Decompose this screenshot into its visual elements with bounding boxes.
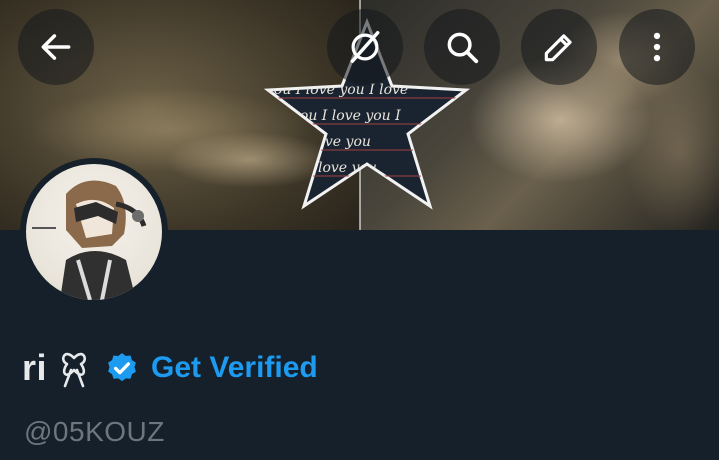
star-text-line: you I love you I love xyxy=(265,82,408,98)
back-button[interactable] xyxy=(18,9,94,85)
edit-button[interactable] xyxy=(521,9,597,85)
get-verified-link[interactable]: Get Verified xyxy=(151,351,318,385)
star-text-line: I love you xyxy=(307,160,377,176)
profile-handle: @05KOUZ xyxy=(24,416,165,447)
verified-badge-icon[interactable] xyxy=(105,351,139,385)
avatar-image xyxy=(26,164,162,300)
profile-avatar[interactable] xyxy=(20,158,168,306)
profile-name-row: ri Get Verified xyxy=(22,342,318,394)
star-text-line: I love you xyxy=(301,134,371,150)
grok-button[interactable] xyxy=(327,9,403,85)
avatar-illustration xyxy=(32,180,147,300)
search-icon xyxy=(447,32,479,64)
more-options-button[interactable] xyxy=(619,9,695,85)
edit-icon xyxy=(544,34,572,62)
grok-icon xyxy=(350,31,380,63)
pink-ribbon-emoji-icon xyxy=(62,352,86,388)
back-arrow-icon xyxy=(41,34,71,60)
more-vertical-icon xyxy=(653,32,661,62)
search-button[interactable] xyxy=(424,9,500,85)
display-name: ri xyxy=(22,347,48,388)
